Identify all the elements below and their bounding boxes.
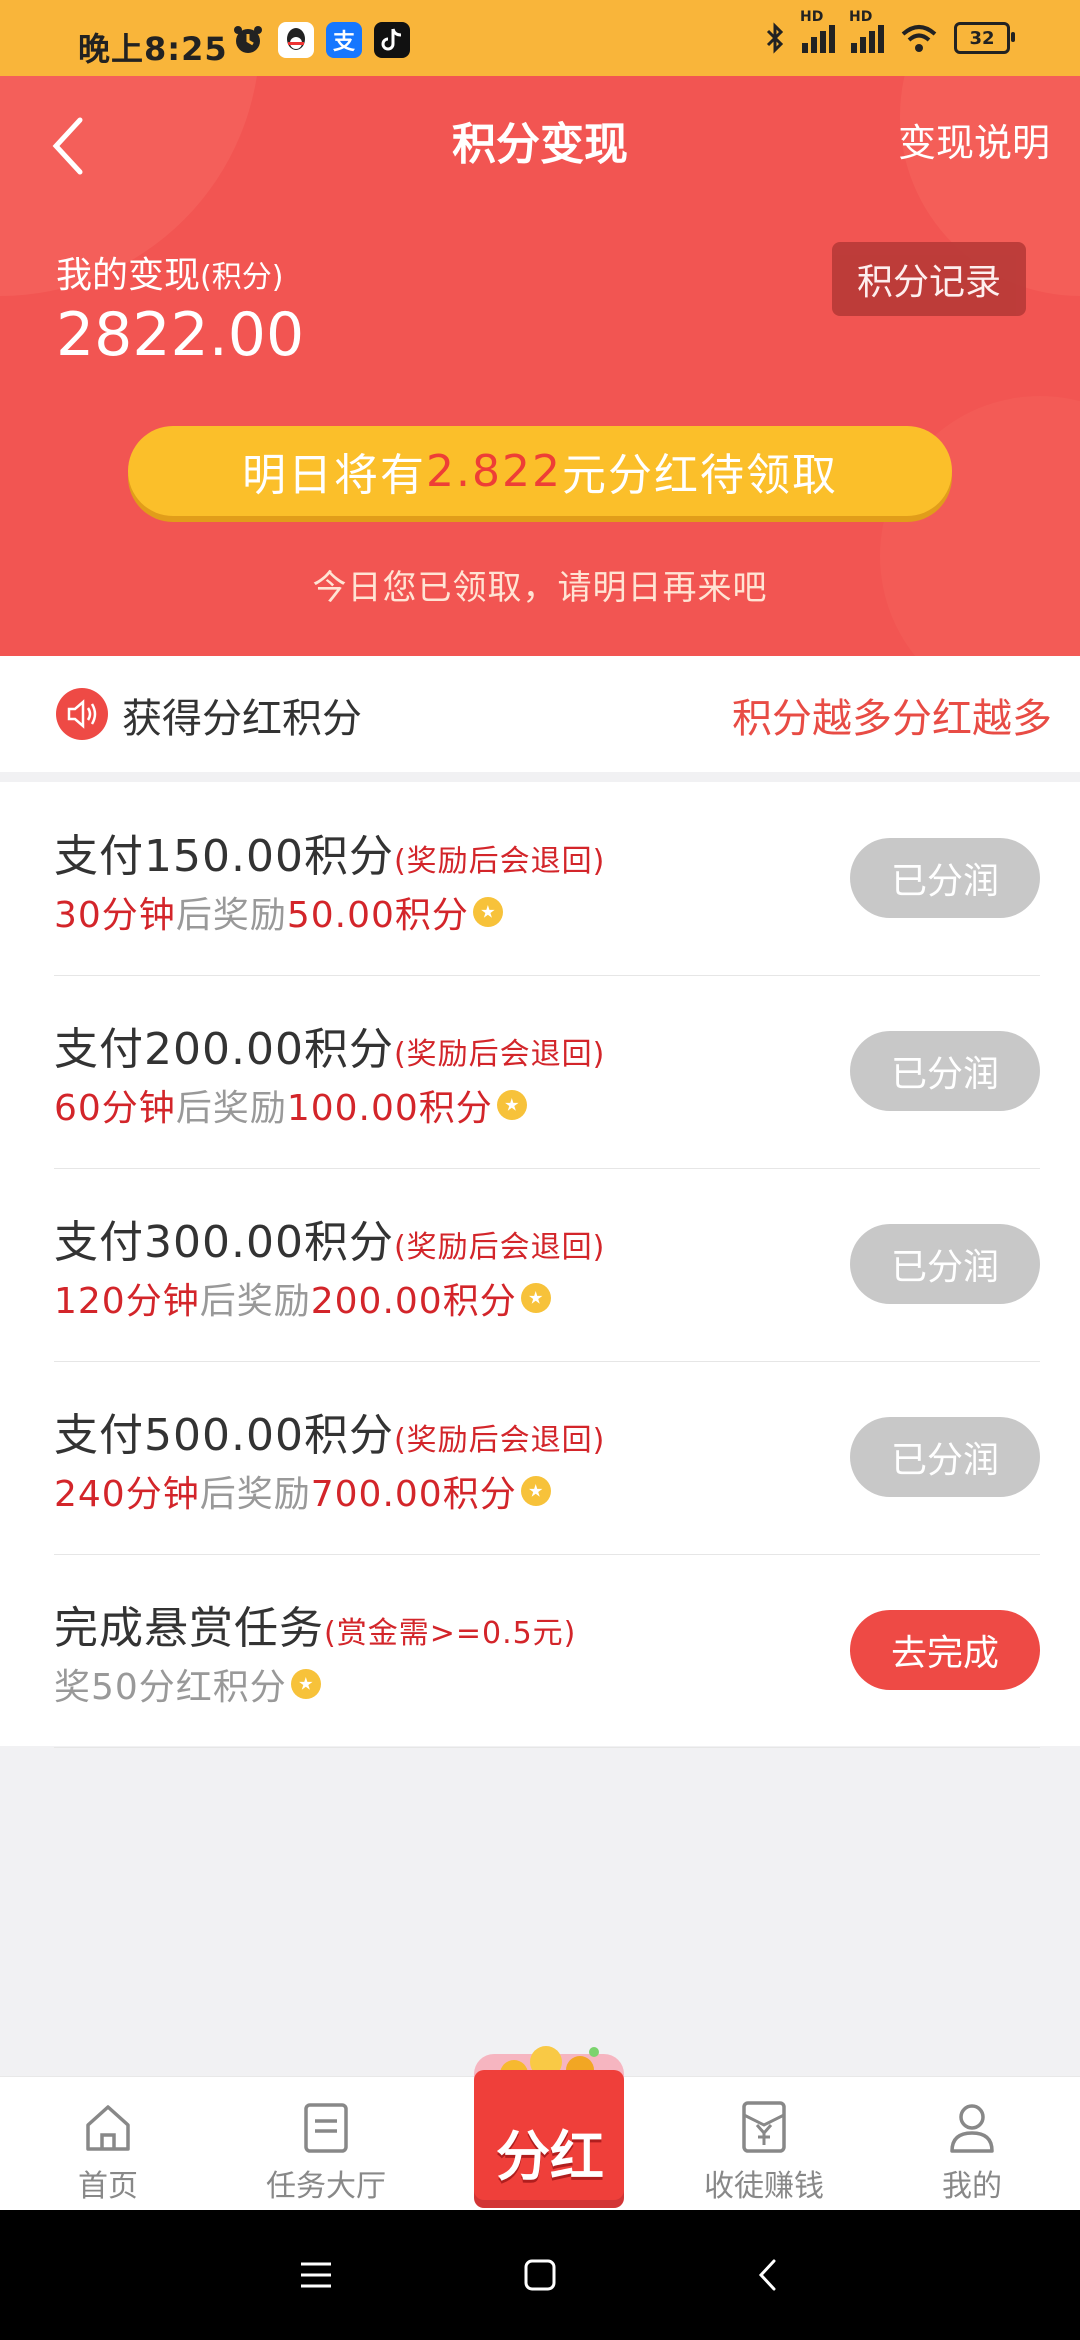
task-time: 120分钟 — [54, 1281, 200, 1322]
my-cashout-value: 2822.00 — [56, 300, 305, 370]
user-icon — [950, 2104, 994, 2153]
section-header: 获得分红积分 积分越多分红越多 — [0, 656, 1080, 772]
nav-task-hall[interactable]: 任务大厅 — [226, 2077, 426, 2211]
task-title: 支付200.00积分(奖励后会退回) — [54, 1013, 605, 1077]
battery-icon: 32 — [954, 22, 1015, 54]
nav-mine-label: 我的 — [942, 2169, 1002, 2204]
task-reward-amount: 200.00积分 — [310, 1281, 517, 1322]
alipay-char: 支 — [332, 30, 355, 55]
task-pay: 完成悬赏任务 — [54, 1603, 324, 1654]
coin-icon — [496, 1090, 527, 1120]
bluetooth-icon — [766, 22, 784, 54]
alipay-icon: 支 — [326, 22, 362, 58]
dividend-center-label: 分红 — [496, 2125, 604, 2188]
status-app-icons: 支 — [230, 22, 410, 58]
task-note: (奖励后会退回) — [393, 1037, 606, 1072]
coin-icon — [520, 1476, 551, 1506]
cashout-explanation-link[interactable]: 变现说明 — [898, 112, 1050, 167]
coin-icon — [520, 1283, 551, 1313]
task-item: 支付300.00积分(奖励后会退回) 120分钟 后奖励 200.00积分 已分润 — [54, 1168, 1040, 1362]
task-reward-mid: 后奖励 — [175, 1088, 287, 1129]
home-icon — [86, 2105, 130, 2151]
dividend-amount: 2.822 — [426, 445, 562, 497]
qq-icon — [278, 22, 314, 58]
status-time: 晚上8:25 — [78, 30, 228, 68]
header: 积分变现 变现说明 我的变现(积分) 2822.00 积分记录 明日将有 2.82… — [0, 76, 1080, 656]
task-title: 支付500.00积分(奖励后会退回) — [54, 1399, 605, 1463]
task-time: 60分钟 — [54, 1088, 176, 1129]
nav-home[interactable]: 首页 — [8, 2077, 208, 2211]
go-complete-button[interactable]: 去完成 — [850, 1610, 1040, 1690]
alarm-icon — [230, 22, 266, 58]
section-slogan: 积分越多分红越多 — [732, 696, 1052, 742]
my-cashout-unit: (积分) — [200, 260, 284, 295]
section-title: 获得分红积分 — [122, 696, 362, 742]
task-note: (奖励后会退回) — [393, 1230, 606, 1265]
dividend-pill[interactable]: 明日将有 2.822 元分红待领取 — [128, 426, 952, 516]
task-reward-mid: 后奖励 — [199, 1281, 311, 1322]
task-reward: 奖50分红积分 — [54, 1658, 321, 1710]
coin-icon — [472, 897, 503, 927]
battery-level: 32 — [969, 27, 995, 49]
task-list: 支付150.00积分(奖励后会退回) 30分钟 后奖励 50.00积分 已分润 支付… — [0, 782, 1080, 1748]
yen-envelope-icon — [742, 2101, 786, 2153]
task-note: (奖励后会退回) — [393, 1423, 606, 1458]
nav-home-label: 首页 — [78, 2169, 138, 2204]
task-reward-amount: 700.00积分 — [310, 1474, 517, 1515]
nav-recruit-label: 收徒赚钱 — [704, 2169, 824, 2204]
task-status-button[interactable]: 已分润 — [850, 1224, 1040, 1304]
task-status-button[interactable]: 已分润 — [850, 1031, 1040, 1111]
task-note: (奖励后会退回) — [393, 844, 606, 879]
home-square-icon[interactable] — [510, 2248, 570, 2302]
task-reward-mid: 后奖励 — [175, 895, 287, 936]
task-item: 完成悬赏任务(赏金需>=0.5元) 奖50分红积分 去完成 — [54, 1554, 1040, 1748]
system-nav-bar — [0, 2210, 1080, 2340]
task-title: 完成悬赏任务(赏金需>=0.5元) — [54, 1592, 576, 1656]
task-reward-amount: 100.00积分 — [286, 1088, 493, 1129]
task-pay: 支付200.00积分 — [54, 1024, 394, 1075]
nav-recruit[interactable]: 收徒赚钱 — [664, 2077, 864, 2211]
nav-task-hall-label: 任务大厅 — [266, 2169, 386, 2204]
task-pay: 支付500.00积分 — [54, 1410, 394, 1461]
task-pay: 支付300.00积分 — [54, 1217, 394, 1268]
speaker-icon — [56, 688, 108, 740]
task-reward: 120分钟 后奖励 200.00积分 — [54, 1272, 551, 1324]
task-time: 30分钟 — [54, 895, 176, 936]
points-record-button[interactable]: 积分记录 — [832, 242, 1026, 316]
task-status-button[interactable]: 已分润 — [850, 1417, 1040, 1497]
task-reward-mid: 后奖励 — [199, 1474, 311, 1515]
task-title: 支付300.00积分(奖励后会退回) — [54, 1206, 605, 1270]
task-item: 支付200.00积分(奖励后会退回) 60分钟 后奖励 100.00积分 已分润 — [54, 975, 1040, 1169]
task-reward: 60分钟 后奖励 100.00积分 — [54, 1079, 527, 1131]
task-reward: 240分钟 后奖励 700.00积分 — [54, 1465, 551, 1517]
task-note: (赏金需>=0.5元) — [324, 1616, 577, 1651]
nav-mine[interactable]: 我的 — [872, 2077, 1072, 2211]
task-reward-mid: 奖50分红积分 — [54, 1667, 287, 1708]
task-item: 支付150.00积分(奖励后会退回) 30分钟 后奖励 50.00积分 已分润 — [54, 782, 1040, 976]
back-triangle-icon[interactable] — [738, 2248, 798, 2302]
dividend-prefix: 明日将有 — [242, 450, 427, 501]
my-cashout-label-text: 我的变现 — [56, 255, 201, 296]
signal-1-icon: HD — [800, 9, 835, 53]
task-list-icon — [304, 2103, 348, 2153]
signal-2-icon: HD — [849, 9, 884, 53]
status-bar: 晚上8:25 支 HD HD 32 — [0, 0, 1080, 76]
wifi-icon — [901, 25, 937, 52]
today-claimed-notice: 今日您已领取，请明日再来吧 — [312, 568, 768, 608]
dividend-suffix: 元分红待领取 — [561, 450, 838, 501]
task-item: 支付500.00积分(奖励后会退回) 240分钟 后奖励 700.00积分 已分润 — [54, 1361, 1040, 1555]
menu-icon[interactable] — [286, 2248, 346, 2302]
tiktok-icon — [374, 22, 410, 58]
task-title: 支付150.00积分(奖励后会退回) — [54, 820, 605, 884]
task-status-button[interactable]: 已分润 — [850, 838, 1040, 918]
task-reward: 30分钟 后奖励 50.00积分 — [54, 886, 503, 938]
my-cashout-label: 我的变现(积分) — [56, 246, 283, 298]
task-time: 240分钟 — [54, 1474, 200, 1515]
status-right: HD HD 32 — [764, 9, 1015, 54]
coin-icon — [290, 1669, 321, 1699]
task-reward-amount: 50.00积分 — [286, 895, 469, 936]
dividend-center-button[interactable]: 分红 — [462, 2040, 638, 2210]
task-pay: 支付150.00积分 — [54, 831, 394, 882]
